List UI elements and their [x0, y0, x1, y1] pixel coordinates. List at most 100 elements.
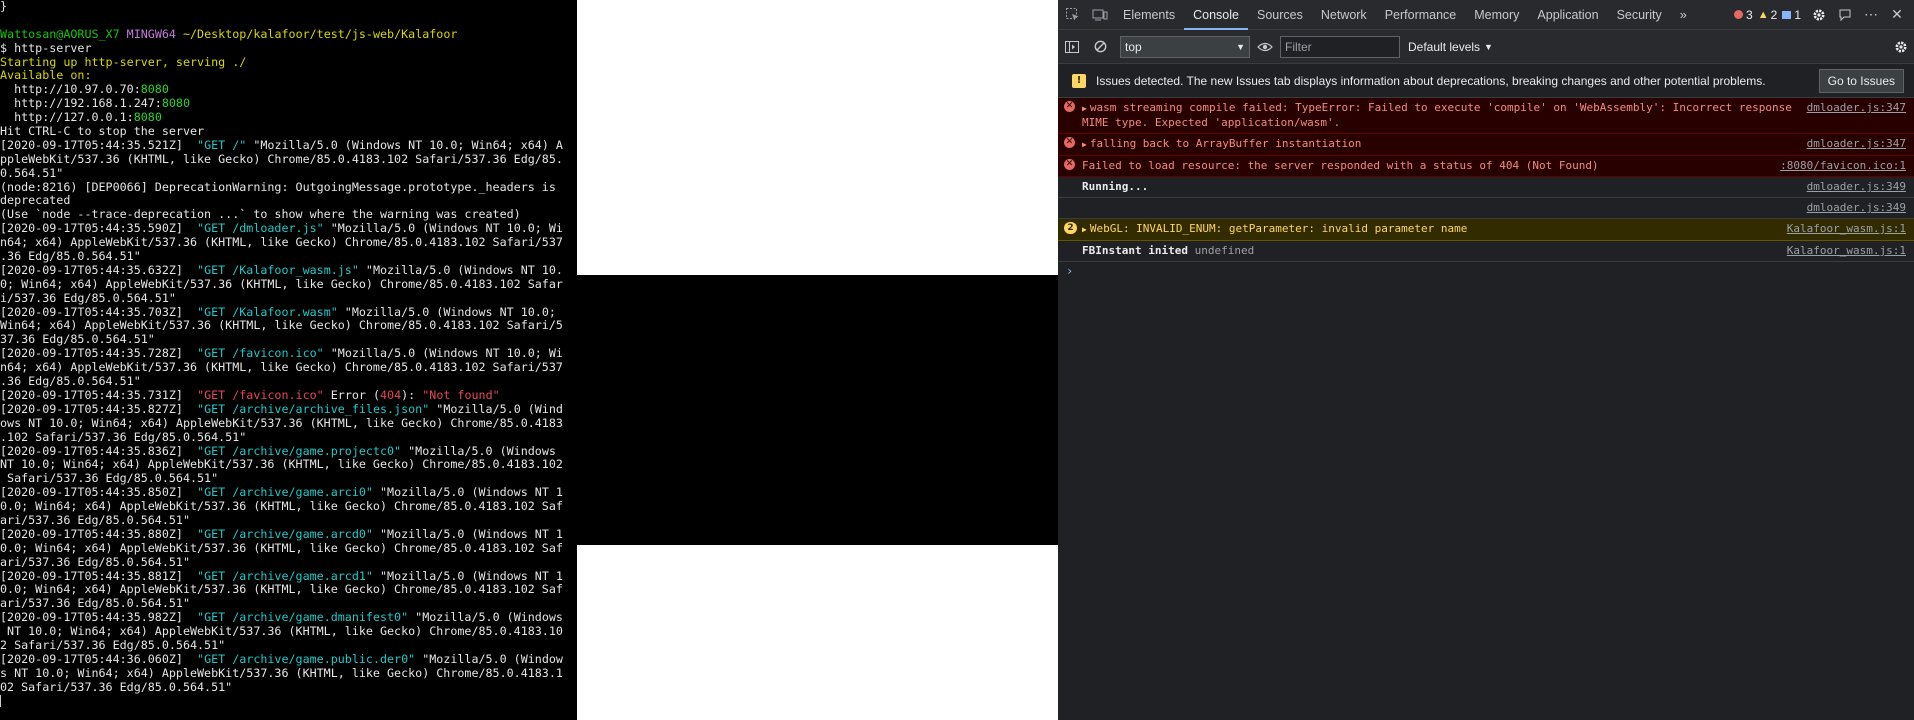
live-expression-eye-icon[interactable]: [1250, 32, 1280, 62]
console-message-error[interactable]: ✕ ▶ wasm streaming compile failed: TypeErr…: [1058, 98, 1914, 134]
console-message-error[interactable]: ✕ ▶ falling back to ArrayBuffer instantiat…: [1058, 134, 1914, 156]
source-link[interactable]: dmloader.js:347: [1807, 137, 1906, 151]
feedback-icon[interactable]: [1832, 0, 1858, 30]
expand-triangle-icon[interactable]: ▶: [1082, 140, 1087, 149]
terminal-cursor: [0, 695, 1, 708]
terminal-text: "GET /": [197, 138, 247, 152]
terminal-line: .102 Safari/537.36 Edg/85.0.564.51": [0, 431, 577, 445]
log-levels-label: Default levels: [1408, 39, 1481, 54]
terminal-line: 0; Win64; x64) AppleWebKit/537.36 (KHTML…: [0, 278, 577, 292]
context-value: top: [1125, 39, 1142, 54]
terminal-line: [2020-09-17T05:44:35.590Z] "GET /dmloade…: [0, 222, 577, 236]
terminal-line: NT 10.0; Win64; x64) AppleWebKit/537.36 …: [0, 458, 577, 472]
terminal-text: "GET /archive/game.arcd1": [197, 569, 373, 583]
terminal-line: ows NT 10.0; Win64; x64) AppleWebKit/537…: [0, 417, 577, 431]
terminal-text: .36 Edg/85.0.564.51": [0, 375, 141, 389]
source-link[interactable]: dmloader.js:349: [1807, 201, 1906, 215]
source-link[interactable]: Kalafoor_wasm.js:1: [1787, 244, 1906, 258]
go-to-issues-button[interactable]: Go to Issues: [1818, 68, 1904, 93]
log-levels-dropdown[interactable]: Default levels ▼: [1408, 40, 1493, 54]
source-link[interactable]: dmloader.js:349: [1807, 180, 1906, 194]
console-settings-gear-icon[interactable]: [1888, 32, 1914, 62]
devtools-tab-bar: Elements Console Sources Network Performance…: [1058, 0, 1914, 30]
terminal-text: "GET /archive/archive_files.json": [197, 402, 430, 416]
terminal-line: n64; x64) AppleWebKit/537.36 (KHTML, lik…: [0, 361, 577, 375]
terminal-line: NT 10.0; Win64; x64) AppleWebKit/537.36 …: [0, 625, 577, 639]
tab-application[interactable]: Application: [1528, 0, 1607, 30]
console-message-warning[interactable]: 2 ▶ WebGL: INVALID_ENUM: getParameter: inv…: [1058, 219, 1914, 241]
dropdown-arrow-icon: ▼: [1236, 41, 1245, 52]
terminal-text: "GET /favicon.ico": [197, 388, 324, 402]
tab-sources[interactable]: Sources: [1248, 0, 1312, 30]
error-icon: [1734, 10, 1744, 19]
error-count-badge[interactable]: 3: [1734, 8, 1753, 22]
terminal-cursor-line[interactable]: [0, 695, 577, 709]
source-link[interactable]: dmloader.js:347: [1807, 101, 1906, 115]
game-canvas[interactable]: [577, 0, 1058, 720]
terminal-line: ppleWebKit/537.36 (KHTML, like Gecko) Ch…: [0, 153, 577, 167]
warning-icon: ▲: [1757, 8, 1769, 21]
toggle-sidebar-icon[interactable]: [1058, 32, 1086, 62]
filter-input[interactable]: [1280, 35, 1400, 58]
terminal-text: MINGW64: [126, 27, 176, 41]
source-link[interactable]: :8080/favicon.ico:1: [1780, 159, 1906, 173]
tab-security[interactable]: Security: [1608, 0, 1671, 30]
terminal-text: 0; Win64; x64) AppleWebKit/537.36 (KHTML…: [0, 277, 563, 291]
inspect-element-icon[interactable]: [1058, 0, 1086, 30]
warning-count-badge[interactable]: ▲ 2: [1758, 8, 1778, 22]
console-message-text: Running...: [1082, 180, 1906, 194]
terminal-text: Win64; x64) AppleWebKit/537.36 (KHTML, l…: [0, 319, 563, 333]
terminal-window[interactable]: } Wattosan@AORUS_X7 MINGW64 ~/Desktop/kal…: [0, 0, 577, 720]
info-count: 1: [1794, 7, 1801, 22]
settings-gear-icon[interactable]: [1806, 0, 1832, 30]
message-text: Failed to load resource: the server resp…: [1082, 159, 1599, 172]
terminal-text: "Mozilla/5.0 (Windows NT 1: [372, 527, 563, 541]
terminal-line: 2 Safari/537.36 Edg/85.0.564.51": [0, 639, 577, 653]
terminal-line: i/537.36 Edg/85.0.564.51": [0, 292, 577, 306]
tab-elements[interactable]: Elements: [1114, 0, 1184, 30]
info-count-badge[interactable]: 1: [1782, 8, 1801, 22]
game-render-area: [577, 275, 1058, 545]
more-options-icon[interactable]: ⋯: [1858, 0, 1884, 30]
expand-triangle-icon[interactable]: ▶: [1082, 225, 1087, 234]
terminal-line: 0.0; Win64; x64) AppleWebKit/537.36 (KHT…: [0, 500, 577, 514]
source-link[interactable]: Kalafoor_wasm.js:1: [1787, 222, 1906, 236]
tab-network[interactable]: Network: [1312, 0, 1376, 30]
terminal-text: 8080: [140, 83, 169, 97]
terminal-text: Wattosan@AORUS_X7: [0, 27, 120, 41]
terminal-text: 37.36 Edg/85.0.564.51": [0, 333, 155, 347]
console-message-text: [1082, 201, 1906, 215]
expand-triangle-icon[interactable]: ▶: [1082, 104, 1087, 113]
terminal-text: n64; x64) AppleWebKit/537.36 (KHTML, lik…: [0, 361, 563, 375]
context-selector[interactable]: top ▼: [1120, 35, 1250, 58]
error-icon: ✕: [1064, 159, 1075, 170]
terminal-text: (Use `node --trace-deprecation ...` to s…: [0, 208, 521, 222]
terminal-text: .36 Edg/85.0.564.51": [0, 250, 141, 264]
terminal-text: "Mozilla/5.0 (Windows NT 10.0;: [337, 305, 556, 319]
console-prompt[interactable]: ›: [1058, 262, 1914, 280]
tab-console[interactable]: Console: [1184, 0, 1248, 30]
terminal-line: ari/537.36 Edg/85.0.564.51": [0, 597, 577, 611]
terminal-text: ari/537.36 Edg/85.0.564.51": [0, 513, 190, 527]
error-icon: ✕: [1064, 137, 1075, 148]
tab-memory[interactable]: Memory: [1465, 0, 1528, 30]
clear-console-icon[interactable]: [1086, 32, 1114, 62]
terminal-text: NT 10.0; Win64; x64) AppleWebKit/537.36 …: [0, 625, 563, 639]
terminal-text: "GET /archive/game.dmanifest0": [197, 611, 409, 625]
tab-performance[interactable]: Performance: [1376, 0, 1466, 30]
console-message-error: ✕ Failed to load resource: the server res…: [1058, 156, 1914, 177]
console-toolbar: top ▼ Default levels ▼: [1058, 30, 1914, 64]
device-toolbar-icon[interactable]: [1086, 0, 1114, 30]
terminal-line: [2020-09-17T05:44:35.881Z] "GET /archive…: [0, 570, 577, 584]
terminal-text: 8080: [161, 97, 190, 111]
terminal-line: ari/537.36 Edg/85.0.564.51": [0, 556, 577, 570]
more-tabs-button[interactable]: »: [1671, 0, 1696, 30]
terminal-text: http://10.97.0.70:: [0, 83, 141, 97]
terminal-line: [2020-09-17T05:44:35.731Z] "GET /favicon…: [0, 389, 577, 403]
terminal-text: [2020-09-17T05:44:35.731Z]: [0, 388, 198, 402]
close-icon[interactable]: ✕: [1884, 0, 1910, 30]
terminal-line: Wattosan@AORUS_X7 MINGW64 ~/Desktop/kala…: [0, 28, 577, 42]
